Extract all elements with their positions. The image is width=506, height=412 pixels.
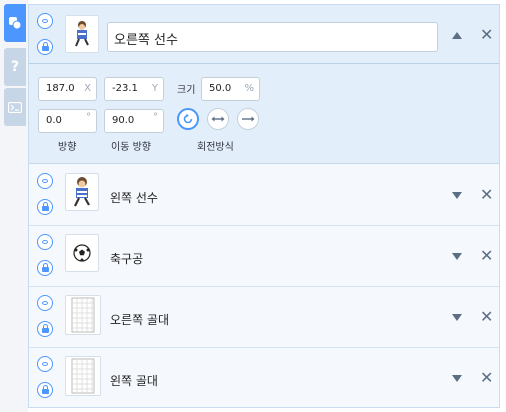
objects-icon — [9, 17, 22, 30]
eye-icon — [42, 179, 48, 183]
object-name: 축구공 — [110, 252, 144, 266]
direction-label: 방향 — [58, 142, 77, 153]
rotate-horizontal-button[interactable] — [207, 108, 229, 130]
y-coordinate-input[interactable]: -23.1 Y — [104, 77, 164, 101]
object-thumbnail — [65, 173, 99, 211]
lock-toggle[interactable] — [37, 260, 53, 276]
object-name-input[interactable]: 오른쪽 선수 — [107, 22, 438, 52]
tab-help[interactable]: ? — [4, 48, 26, 86]
console-icon — [8, 101, 22, 113]
size-input[interactable]: 50.0 % — [201, 77, 260, 101]
lock-toggle[interactable] — [37, 199, 53, 215]
selected-object-header: 오른쪽 선수 ✕ — [29, 5, 499, 64]
lock-icon — [41, 263, 49, 272]
lock-toggle[interactable] — [37, 321, 53, 337]
delete-object-button[interactable]: ✕ — [480, 248, 493, 264]
y-unit: Y — [151, 83, 158, 94]
move-direction-label: 이동 방향 — [111, 142, 151, 153]
object-row[interactable]: 축구공 ✕ — [29, 226, 499, 287]
object-row[interactable]: 왼쪽 골대 ✕ — [29, 348, 499, 407]
ball-thumbnail-icon — [73, 244, 91, 262]
selected-object-card: 오른쪽 선수 ✕ 187.0 X -23.1 Y 크기 50.0 % 0.0 °… — [29, 5, 499, 164]
object-list-panel: 오른쪽 선수 ✕ 187.0 X -23.1 Y 크기 50.0 % 0.0 °… — [28, 4, 500, 408]
object-row[interactable]: 왼쪽 선수 ✕ — [29, 165, 499, 226]
expand-arrow-icon[interactable] — [452, 314, 462, 321]
goal-thumbnail-icon — [71, 297, 95, 333]
goal-thumbnail-icon — [71, 358, 95, 394]
tab-objects[interactable] — [4, 4, 26, 42]
move-direction-value: 90.0 — [112, 115, 135, 126]
y-value: -23.1 — [112, 83, 138, 94]
x-coordinate-input[interactable]: 187.0 X — [38, 77, 97, 101]
delete-object-button[interactable]: ✕ — [480, 27, 493, 43]
rotate-icon — [183, 113, 193, 124]
lock-toggle[interactable] — [37, 382, 53, 398]
player-thumbnail-icon — [75, 21, 89, 47]
eye-icon — [42, 301, 48, 305]
lock-toggle[interactable] — [37, 39, 53, 55]
object-name: 오른쪽 골대 — [110, 313, 170, 327]
player-thumbnail-icon — [74, 177, 90, 207]
lock-icon — [41, 324, 49, 333]
x-value: 187.0 — [46, 83, 75, 94]
rotation-mode-label: 회전방식 — [197, 142, 234, 153]
direction-value: 0.0 — [46, 115, 62, 126]
visibility-toggle[interactable] — [37, 173, 53, 189]
visibility-toggle[interactable] — [37, 295, 53, 311]
delete-object-button[interactable]: ✕ — [480, 187, 493, 203]
move-direction-unit: ° — [153, 112, 158, 123]
object-name: 왼쪽 선수 — [110, 191, 158, 205]
no-rotation-button[interactable] — [237, 108, 259, 130]
flip-none-icon — [242, 116, 255, 122]
move-direction-input[interactable]: 90.0 ° — [104, 109, 164, 133]
help-icon: ? — [10, 59, 20, 75]
expand-arrow-icon[interactable] — [452, 375, 462, 382]
expand-arrow-icon[interactable] — [452, 253, 462, 260]
object-row[interactable]: 오른쪽 골대 ✕ — [29, 287, 499, 348]
collapse-arrow-icon[interactable] — [452, 32, 462, 39]
object-thumbnail — [65, 15, 99, 53]
object-thumbnail — [65, 356, 101, 396]
expand-arrow-icon[interactable] — [452, 192, 462, 199]
object-thumbnail — [65, 234, 99, 272]
visibility-toggle[interactable] — [37, 13, 53, 29]
eye-icon — [42, 362, 48, 366]
direction-unit: ° — [86, 112, 91, 123]
lock-icon — [41, 385, 49, 394]
lock-icon — [41, 202, 49, 211]
eye-icon — [42, 240, 48, 244]
direction-input[interactable]: 0.0 ° — [38, 109, 97, 133]
lock-icon — [41, 42, 49, 51]
object-thumbnail — [65, 295, 101, 335]
x-unit: X — [84, 83, 91, 94]
delete-object-button[interactable]: ✕ — [480, 309, 493, 325]
size-value: 50.0 — [209, 83, 232, 94]
flip-horizontal-icon — [211, 116, 225, 122]
tab-console[interactable] — [4, 88, 26, 126]
delete-object-button[interactable]: ✕ — [480, 370, 493, 386]
size-unit: % — [244, 83, 254, 94]
side-tab-rail: ? — [0, 0, 28, 412]
visibility-toggle[interactable] — [37, 356, 53, 372]
object-name: 왼쪽 골대 — [110, 374, 158, 388]
eye-icon — [42, 19, 48, 23]
rotate-free-button[interactable] — [177, 108, 199, 130]
visibility-toggle[interactable] — [37, 234, 53, 250]
size-label: 크기 — [177, 85, 196, 96]
